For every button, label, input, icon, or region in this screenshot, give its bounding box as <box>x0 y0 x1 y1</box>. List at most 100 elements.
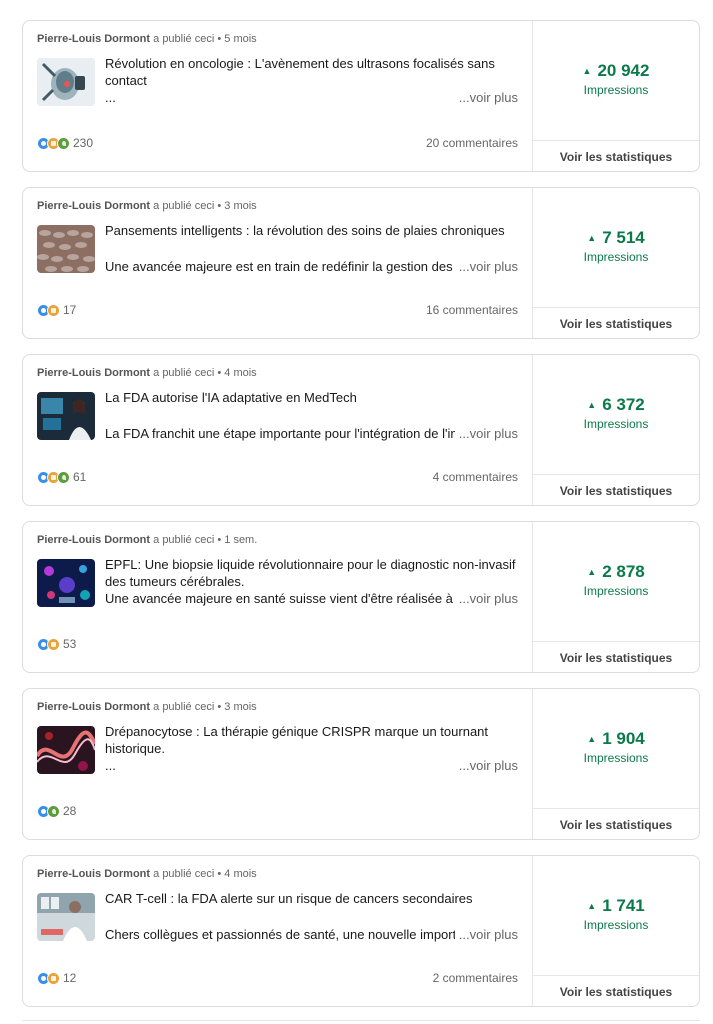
post-title[interactable]: Drépanocytose : La thérapie génique CRIS… <box>105 723 516 757</box>
post-header: Pierre-Louis Dormont a publié ceci • 4 m… <box>37 868 257 880</box>
impressions-count: 2 878 <box>602 562 645 581</box>
post-thumbnail[interactable] <box>37 559 95 607</box>
post-preview: Chers collègues et passionnés de santé, … <box>105 927 455 942</box>
post-analytics: ▲ 7 514 Impressions Voir les statistiques <box>532 188 699 338</box>
next-card-border <box>22 1020 700 1021</box>
post-author[interactable]: Pierre-Louis Dormont <box>37 367 150 379</box>
impressions-count: 1 904 <box>602 729 645 748</box>
see-more-link[interactable]: ...voir plus <box>454 926 518 943</box>
trend-up-icon: ▲ <box>587 901 597 911</box>
reaction-count: 28 <box>63 804 77 818</box>
reaction-count: 61 <box>73 470 87 484</box>
reactions-summary[interactable]: 12 <box>37 971 76 985</box>
post-thumbnail[interactable] <box>37 392 95 440</box>
trend-up-icon: ▲ <box>587 734 597 744</box>
post-analytics: ▲ 1 741 Impressions Voir les statistiques <box>532 856 699 1006</box>
reactions-summary[interactable]: 230 <box>37 136 93 150</box>
comments-count-link[interactable]: 4 commentaires <box>433 470 518 484</box>
post-age: 3 mois <box>224 200 257 212</box>
published-label: a publié ceci • <box>153 33 222 45</box>
post-card: Pierre-Louis Dormont a publié ceci • 1 s… <box>22 521 700 673</box>
post-card: Pierre-Louis Dormont a publié ceci • 5 m… <box>22 20 700 172</box>
post-author[interactable]: Pierre-Louis Dormont <box>37 33 150 45</box>
post-header: Pierre-Louis Dormont a publié ceci • 3 m… <box>37 200 257 212</box>
trend-up-icon: ▲ <box>587 400 597 410</box>
comments-count-link[interactable]: 20 commentaires <box>426 136 518 150</box>
post-author[interactable]: Pierre-Louis Dormont <box>37 534 150 546</box>
post-age: 5 mois <box>224 33 257 45</box>
impressions-count: 1 741 <box>602 896 645 915</box>
post-header: Pierre-Louis Dormont a publié ceci • 4 m… <box>37 367 257 379</box>
support-reaction-icon <box>57 136 70 150</box>
impressions-count: 20 942 <box>597 61 650 80</box>
reaction-count: 12 <box>63 971 77 985</box>
reactions-summary[interactable]: 17 <box>37 303 76 317</box>
post-content[interactable]: Pierre-Louis Dormont a publié ceci • 1 s… <box>23 522 532 672</box>
post-content[interactable]: Pierre-Louis Dormont a publié ceci • 3 m… <box>23 689 532 839</box>
see-more-link[interactable]: ...voir plus <box>454 89 518 106</box>
post-title[interactable]: Pansements intelligents : la révolution … <box>105 222 516 239</box>
published-label: a publié ceci • <box>153 200 222 212</box>
post-preview: ... <box>105 90 116 105</box>
post-preview: ... <box>105 758 116 773</box>
post-analytics: ▲ 2 878 Impressions Voir les statistiques <box>532 522 699 672</box>
published-label: a publié ceci • <box>153 701 222 713</box>
published-label: a publié ceci • <box>153 868 222 880</box>
post-card: Pierre-Louis Dormont a publié ceci • 3 m… <box>22 688 700 840</box>
impressions-label: Impressions <box>583 584 649 598</box>
post-author[interactable]: Pierre-Louis Dormont <box>37 200 150 212</box>
post-content[interactable]: Pierre-Louis Dormont a publié ceci • 4 m… <box>23 856 532 1006</box>
posts-list: Pierre-Louis Dormont a publié ceci • 5 m… <box>0 0 713 1024</box>
view-stats-button[interactable]: Voir les statistiques <box>533 140 699 171</box>
post-age: 4 mois <box>224 367 257 379</box>
post-header: Pierre-Louis Dormont a publié ceci • 1 s… <box>37 534 257 546</box>
reactions-summary[interactable]: 53 <box>37 637 76 651</box>
post-content[interactable]: Pierre-Louis Dormont a publié ceci • 4 m… <box>23 355 532 505</box>
post-preview: Une avancée majeure est en train de redé… <box>105 259 455 274</box>
view-stats-button[interactable]: Voir les statistiques <box>533 474 699 505</box>
post-analytics: ▲ 6 372 Impressions Voir les statistiques <box>532 355 699 505</box>
trend-up-icon: ▲ <box>587 233 597 243</box>
reaction-count: 17 <box>63 303 77 317</box>
support-reaction-icon <box>47 804 60 818</box>
trend-up-icon: ▲ <box>582 66 592 76</box>
post-content[interactable]: Pierre-Louis Dormont a publié ceci • 5 m… <box>23 21 532 171</box>
post-author[interactable]: Pierre-Louis Dormont <box>37 868 150 880</box>
celebrate-reaction-icon <box>47 971 60 985</box>
post-author[interactable]: Pierre-Louis Dormont <box>37 701 150 713</box>
post-title[interactable]: CAR T-cell : la FDA alerte sur un risque… <box>105 890 516 907</box>
impressions-label: Impressions <box>583 250 649 264</box>
view-stats-button[interactable]: Voir les statistiques <box>533 808 699 839</box>
see-more-link[interactable]: ...voir plus <box>454 425 518 442</box>
impressions-label: Impressions <box>583 417 649 431</box>
comments-count-link[interactable]: 16 commentaires <box>426 303 518 317</box>
view-stats-button[interactable]: Voir les statistiques <box>533 641 699 672</box>
post-analytics: ▲ 20 942 Impressions Voir les statistique… <box>532 21 699 171</box>
view-stats-button[interactable]: Voir les statistiques <box>533 975 699 1006</box>
post-thumbnail[interactable] <box>37 58 95 106</box>
post-thumbnail[interactable] <box>37 225 95 273</box>
post-title[interactable]: La FDA autorise l'IA adaptative en MedTe… <box>105 389 516 406</box>
post-thumbnail[interactable] <box>37 726 95 774</box>
post-analytics: ▲ 1 904 Impressions Voir les statistiques <box>532 689 699 839</box>
impressions-label: Impressions <box>583 751 649 765</box>
view-stats-button[interactable]: Voir les statistiques <box>533 307 699 338</box>
post-title[interactable]: EPFL: Une biopsie liquide révolutionnair… <box>105 556 516 590</box>
post-age: 4 mois <box>224 868 257 880</box>
impressions-count: 6 372 <box>602 395 645 414</box>
post-title[interactable]: Révolution en oncologie : L'avènement de… <box>105 55 516 89</box>
celebrate-reaction-icon <box>47 303 60 317</box>
see-more-link[interactable]: ...voir plus <box>454 757 518 774</box>
post-preview: La FDA franchit une étape importante pou… <box>105 426 455 441</box>
reactions-summary[interactable]: 28 <box>37 804 76 818</box>
see-more-link[interactable]: ...voir plus <box>454 258 518 275</box>
post-thumbnail[interactable] <box>37 893 95 941</box>
see-more-link[interactable]: ...voir plus <box>454 590 518 607</box>
post-age: 1 sem. <box>224 534 258 546</box>
post-content[interactable]: Pierre-Louis Dormont a publié ceci • 3 m… <box>23 188 532 338</box>
post-card: Pierre-Louis Dormont a publié ceci • 4 m… <box>22 354 700 506</box>
impressions-count: 7 514 <box>602 228 645 247</box>
comments-count-link[interactable]: 2 commentaires <box>433 971 518 985</box>
reactions-summary[interactable]: 61 <box>37 470 86 484</box>
post-preview: Une avancée majeure en santé suisse vien… <box>105 591 455 606</box>
